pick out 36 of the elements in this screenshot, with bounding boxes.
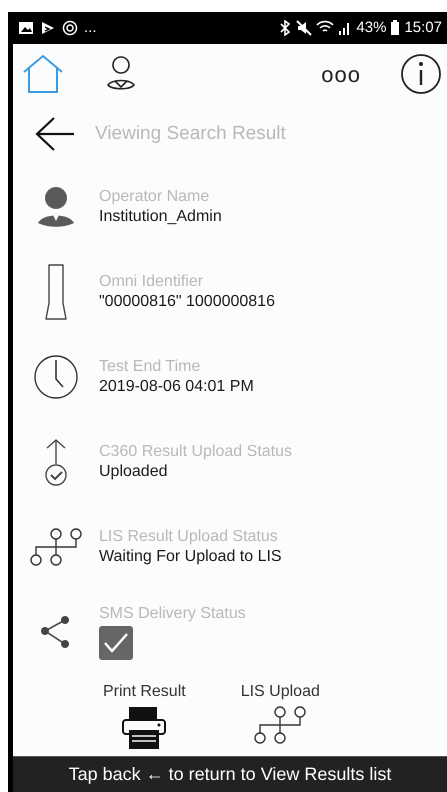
battery-percent: 43% <box>356 18 386 38</box>
field-value: 2019-08-06 04:01 PM <box>99 376 254 396</box>
field-label: Omni Identifier <box>99 272 204 292</box>
printer-icon <box>121 706 168 750</box>
checkbox[interactable] <box>99 626 133 660</box>
field-value: Uploaded <box>99 462 168 482</box>
field-value: Waiting For Upload to LIS <box>99 546 282 566</box>
field-value: "00000816" 1000000816 <box>99 292 275 312</box>
lis-upload-button[interactable]: LIS Upload <box>240 680 320 750</box>
share-icon <box>40 614 72 648</box>
mute-icon <box>296 20 312 36</box>
more-button[interactable]: ooo <box>321 58 361 90</box>
overflow-text: ... <box>84 18 97 38</box>
image-icon <box>18 21 34 35</box>
info-button[interactable] <box>399 52 443 96</box>
page-title: Viewing Search Result <box>95 122 286 146</box>
home-button[interactable] <box>21 52 65 96</box>
network-icon <box>254 706 306 744</box>
tube-icon <box>45 264 67 320</box>
network-icon <box>30 528 82 566</box>
field-label: C360 Result Upload Status <box>99 442 292 462</box>
clock-icon <box>33 354 79 400</box>
field-label: LIS Result Upload Status <box>99 526 279 546</box>
field-label: Operator Name <box>99 186 210 206</box>
play-icon <box>40 21 56 35</box>
field-value: Institution_Admin <box>99 206 222 226</box>
field-label: SMS Delivery Status <box>99 604 246 624</box>
sync-icon <box>62 20 78 36</box>
clock-time: 15:07 <box>404 18 442 38</box>
print-result-button[interactable]: Print Result <box>103 680 186 750</box>
battery-icon <box>390 20 400 36</box>
back-button[interactable] <box>33 116 77 152</box>
bluetooth-icon <box>278 20 292 36</box>
hint-text: Tap back ← to return to View Results list <box>68 763 392 786</box>
field-label: Test End Time <box>99 356 202 376</box>
person-icon <box>36 186 76 226</box>
